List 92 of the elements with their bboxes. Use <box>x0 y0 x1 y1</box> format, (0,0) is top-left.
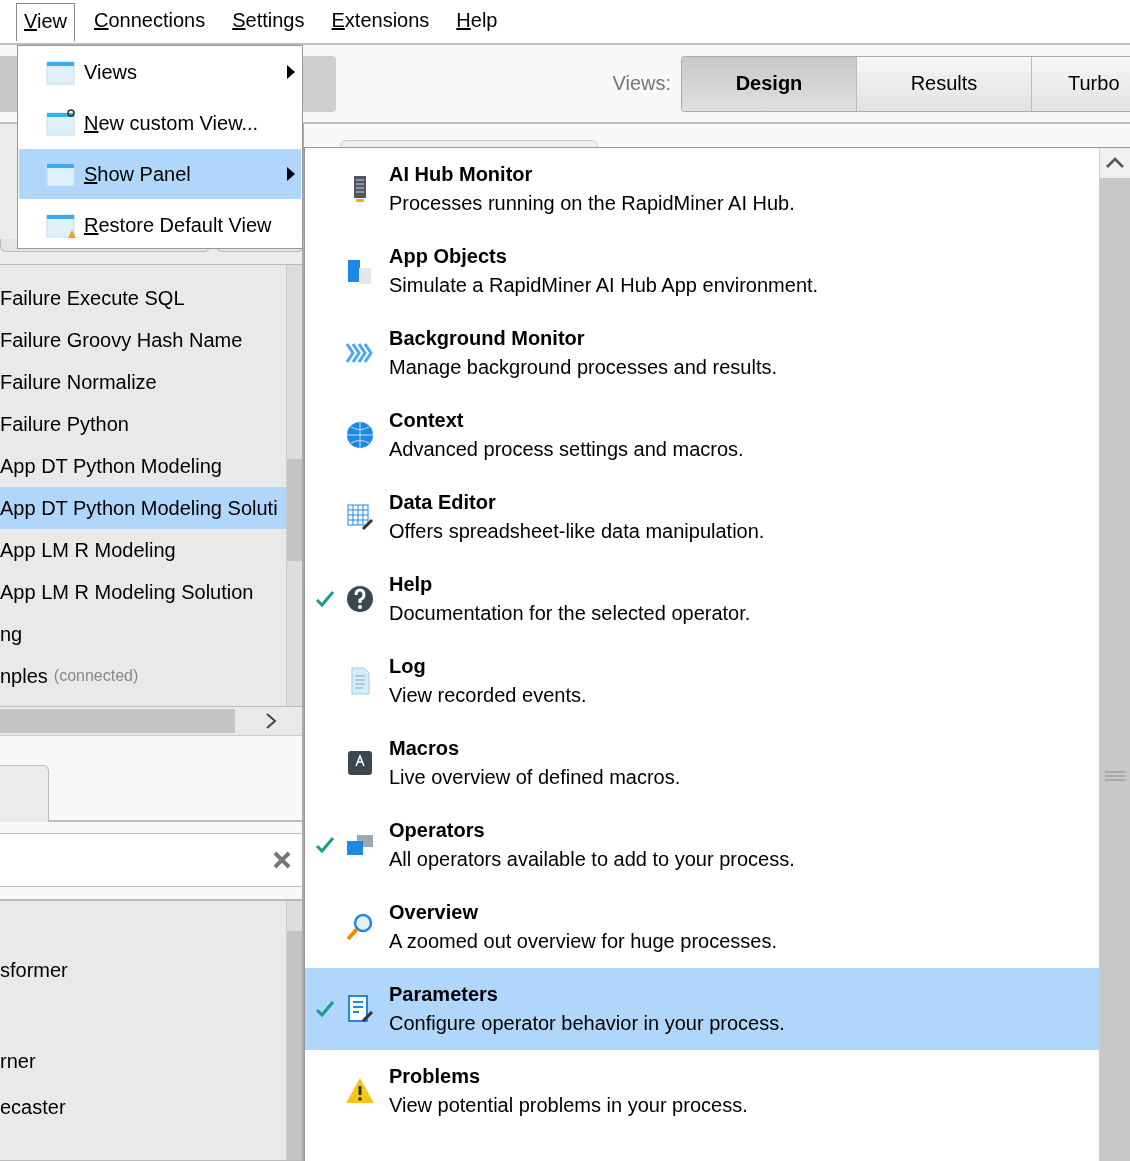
perspective-tab[interactable]: Results <box>857 56 1032 111</box>
window-icon <box>46 58 76 86</box>
panel-title: Problems <box>389 1065 482 1088</box>
scrollbar[interactable] <box>286 265 302 706</box>
panel-description: Simulate a RapidMiner AI Hub App environment. <box>389 274 819 297</box>
panel-title: Help <box>389 573 434 596</box>
repository-item[interactable]: Failure Groovy Hash Name <box>0 319 286 361</box>
item-label: App DT Python Modeling Soluti <box>0 496 278 520</box>
panel-description: All operators available to add to your process. <box>389 848 795 871</box>
panel-description: Manage background processes and results. <box>389 356 777 379</box>
panel-description: View potential problems in your process. <box>389 1094 748 1117</box>
menu-item[interactable]: Data Editor Offers spreadsheet-like data manipulation. <box>305 476 1099 558</box>
globe-icon <box>345 420 375 450</box>
item-label: App LM R Modeling Solution <box>0 580 254 604</box>
item-label: App LM R Modeling <box>0 538 176 562</box>
panel-title: Operators <box>389 819 486 842</box>
repository-item[interactable]: ng <box>0 613 286 655</box>
operator-item[interactable]: ecaster <box>0 1084 286 1130</box>
repository-item[interactable]: App DT Python Modeling <box>0 445 286 487</box>
perspective-tab[interactable]: Design <box>682 56 857 111</box>
window-warning-icon <box>46 211 76 239</box>
grip-icon <box>1105 770 1125 782</box>
connection-status: (connected) <box>53 667 139 685</box>
item-label: App DT Python Modeling <box>0 454 222 478</box>
menu-item[interactable]: Settings <box>224 2 313 41</box>
grid-pencil-icon <box>345 502 375 532</box>
repository-item[interactable]: App DT Python Modeling Soluti <box>0 487 286 529</box>
panel-title: Log <box>389 655 427 678</box>
panel-title: AI Hub Monitor <box>389 163 534 186</box>
menu-item[interactable]: Overview A zoomed out overview for huge processes. <box>305 886 1099 968</box>
repository-item[interactable]: Failure Python <box>0 403 286 445</box>
views-label: Views: <box>612 72 671 95</box>
repository-item[interactable]: Failure Normalize <box>0 361 286 403</box>
menu-item[interactable]: Help Documentation for the selected operator. <box>305 558 1099 640</box>
menu-item[interactable]: Background Monitor Manage background processes and results. <box>305 312 1099 394</box>
repository-item[interactable]: App LM R Modeling Solution <box>0 571 286 613</box>
panel-description: Configure operator behavior in your process. <box>389 1012 785 1035</box>
panel-title: Overview <box>389 901 479 924</box>
menu-item[interactable]: Help <box>448 2 506 41</box>
menu-item[interactable]: Context Advanced process settings and macros. <box>305 394 1099 476</box>
horizontal-scrollbar[interactable] <box>0 707 302 736</box>
window-icon <box>46 160 76 188</box>
menu-item[interactable]: Extensions <box>323 2 438 41</box>
menu-item[interactable]: App Objects Simulate a RapidMiner AI Hub App environment. <box>305 230 1099 312</box>
scrollbar[interactable] <box>1099 148 1130 1161</box>
scrollbar[interactable] <box>286 901 302 1160</box>
panel-tab[interactable] <box>0 765 49 822</box>
form-pencil-icon <box>345 994 375 1024</box>
panel-description: Offers spreadsheet-like data manipulation. <box>389 520 765 543</box>
item-label: Failure Python <box>0 412 129 436</box>
item-label: ng <box>0 622 23 646</box>
menu-item[interactable]: Log View recorded events. <box>305 640 1099 722</box>
menu-item[interactable]: AI Hub Monitor Processes running on the RapidMiner AI Hub. <box>305 148 1099 230</box>
panel-title: Background Monitor <box>389 327 586 350</box>
magnifier-icon <box>345 912 375 942</box>
menu-item[interactable]: Macros Live overview of defined macros. <box>305 722 1099 804</box>
menu-item[interactable]: New custom View... <box>19 98 301 148</box>
clear-icon[interactable] <box>272 850 292 870</box>
panel-title: Macros <box>389 737 461 760</box>
menu-item[interactable]: Views <box>19 47 301 97</box>
panel-description: Processes running on the RapidMiner AI Hub. <box>389 192 795 215</box>
panel-description: Live overview of defined macros. <box>389 766 681 789</box>
item-label: Failure Normalize <box>0 370 157 394</box>
panel-description: A zoomed out overview for huge processes. <box>389 930 777 953</box>
operator-item[interactable]: sformer <box>0 947 286 993</box>
window-icon <box>46 109 76 137</box>
key-icon <box>345 748 375 778</box>
panel-title: Parameters <box>389 983 499 1006</box>
menu-item[interactable]: Restore Default View <box>19 200 301 250</box>
repository-item[interactable]: nples (connected) <box>0 655 286 697</box>
menu-item[interactable]: Operators All operators available to add to your process. <box>305 804 1099 886</box>
panel-title: Context <box>389 409 465 432</box>
item-label: Failure Groovy Hash Name <box>0 328 243 352</box>
menu-item[interactable]: Parameters Configure operator behavior in your process. <box>305 968 1099 1050</box>
search-field[interactable] <box>0 833 302 887</box>
panel-title: App Objects <box>389 245 508 268</box>
menu-item[interactable]: Connections <box>86 2 214 41</box>
repository-item[interactable]: Failure Execute SQL <box>0 277 286 319</box>
panel-description: Advanced process settings and macros. <box>389 438 744 461</box>
question-icon <box>345 584 375 614</box>
item-label: Failure Execute SQL <box>0 286 185 310</box>
panel-title: Data Editor <box>389 491 497 514</box>
item-label: nples <box>0 664 48 688</box>
repository-item[interactable]: App LM R Modeling <box>0 529 286 571</box>
panel-description: Documentation for the selected operator. <box>389 602 751 625</box>
menu-item[interactable]: Problems View potential problems in your process. <box>305 1050 1099 1132</box>
toolbar-button[interactable] <box>0 55 20 112</box>
warning-icon <box>345 1076 375 1106</box>
operator-item[interactable]: rner <box>0 1038 286 1084</box>
menu-item[interactable]: View <box>16 2 75 41</box>
panel-description: View recorded events. <box>389 684 587 707</box>
menu-item[interactable]: Show Panel <box>19 149 301 199</box>
